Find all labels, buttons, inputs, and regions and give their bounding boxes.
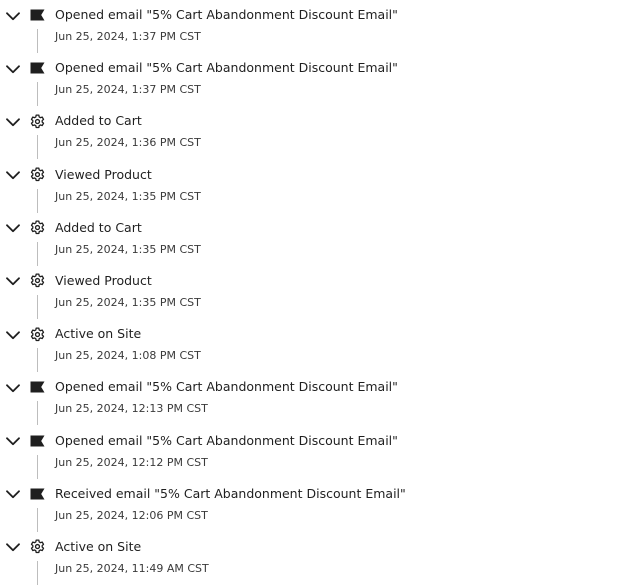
- chevron-down-icon[interactable]: [4, 113, 22, 131]
- event-timestamp: Jun 25, 2024, 12:12 PM CST: [55, 455, 208, 469]
- flag-icon: [29, 7, 45, 23]
- timeline-event: Viewed Product Jun 25, 2024, 1:35 PM CST: [0, 266, 619, 319]
- chevron-down-icon[interactable]: [4, 60, 22, 78]
- timeline-event: Opened email "5% Cart Abandonment Discou…: [0, 426, 619, 479]
- gear-icon: [29, 326, 45, 342]
- chevron-down-icon[interactable]: [4, 220, 22, 238]
- gear-icon: [29, 539, 45, 555]
- timeline-event: Added to Cart Jun 25, 2024, 1:36 PM CST: [0, 106, 619, 160]
- timeline-connector: [37, 241, 38, 266]
- chevron-down-icon[interactable]: [4, 167, 22, 185]
- event-timestamp: Jun 25, 2024, 1:35 PM CST: [55, 189, 201, 203]
- chevron-down-icon[interactable]: [4, 539, 22, 557]
- timeline-event: Active on Site Jun 25, 2024, 11:49 AM CST: [0, 532, 619, 585]
- event-title: Added to Cart: [55, 113, 142, 129]
- timeline-connector: [37, 294, 38, 319]
- event-timestamp: Jun 25, 2024, 11:49 AM CST: [55, 561, 209, 575]
- event-timestamp: Jun 25, 2024, 1:37 PM CST: [55, 83, 201, 97]
- chevron-down-icon[interactable]: [4, 433, 22, 451]
- timeline-connector: [37, 348, 38, 373]
- timeline-connector: [37, 560, 38, 585]
- gear-icon: [29, 220, 45, 236]
- timeline-connector: [37, 188, 38, 213]
- chevron-down-icon[interactable]: [4, 273, 22, 291]
- event-title: Opened email "5% Cart Abandonment Discou…: [55, 60, 398, 76]
- gear-icon: [29, 167, 45, 183]
- event-title: Opened email "5% Cart Abandonment Discou…: [55, 379, 398, 395]
- event-title: Received email "5% Cart Abandonment Disc…: [55, 485, 406, 501]
- timeline-connector: [37, 135, 38, 160]
- event-title: Opened email "5% Cart Abandonment Discou…: [55, 7, 398, 22]
- chevron-down-icon[interactable]: [4, 7, 22, 25]
- timeline-connector: [37, 454, 38, 479]
- flag-icon: [29, 379, 45, 395]
- event-timestamp: Jun 25, 2024, 1:35 PM CST: [55, 242, 201, 256]
- chevron-down-icon[interactable]: [4, 326, 22, 344]
- event-timestamp: Jun 25, 2024, 1:08 PM CST: [55, 349, 201, 363]
- gear-icon: [29, 273, 45, 289]
- event-title: Viewed Product: [55, 166, 152, 182]
- event-title: Opened email "5% Cart Abandonment Discou…: [55, 432, 398, 448]
- timeline-connector: [37, 82, 38, 107]
- timeline-event: Opened email "5% Cart Abandonment Discou…: [0, 372, 619, 426]
- event-timestamp: Jun 25, 2024, 12:06 PM CST: [55, 508, 208, 522]
- timeline-connector: [37, 29, 38, 53]
- timeline-connector: [37, 401, 38, 426]
- timeline-connector: [37, 507, 38, 532]
- event-timestamp: Jun 25, 2024, 12:13 PM CST: [55, 402, 208, 416]
- timeline-event: Viewed Product Jun 25, 2024, 1:35 PM CST: [0, 160, 619, 213]
- timeline-event: Added to Cart Jun 25, 2024, 1:35 PM CST: [0, 213, 619, 266]
- gear-icon: [29, 113, 45, 129]
- flag-icon: [29, 433, 45, 449]
- event-timestamp: Jun 25, 2024, 1:36 PM CST: [55, 136, 201, 150]
- chevron-down-icon[interactable]: [4, 486, 22, 504]
- flag-icon: [29, 60, 45, 76]
- event-title: Added to Cart: [55, 219, 142, 235]
- event-title: Viewed Product: [55, 272, 152, 288]
- timeline-event: Active on Site Jun 25, 2024, 1:08 PM CST: [0, 319, 619, 373]
- event-title: Active on Site: [55, 538, 142, 554]
- event-timestamp: Jun 25, 2024, 1:37 PM CST: [55, 30, 201, 43]
- timeline-event: Received email "5% Cart Abandonment Disc…: [0, 479, 619, 532]
- flag-icon: [29, 486, 45, 502]
- chevron-down-icon[interactable]: [4, 379, 22, 397]
- activity-timeline: Opened email "5% Cart Abandonment Discou…: [0, 0, 619, 585]
- timeline-event: Opened email "5% Cart Abandonment Discou…: [0, 53, 619, 107]
- event-title: Active on Site: [55, 326, 142, 342]
- event-timestamp: Jun 25, 2024, 1:35 PM CST: [55, 295, 201, 309]
- timeline-event: Opened email "5% Cart Abandonment Discou…: [0, 0, 619, 53]
